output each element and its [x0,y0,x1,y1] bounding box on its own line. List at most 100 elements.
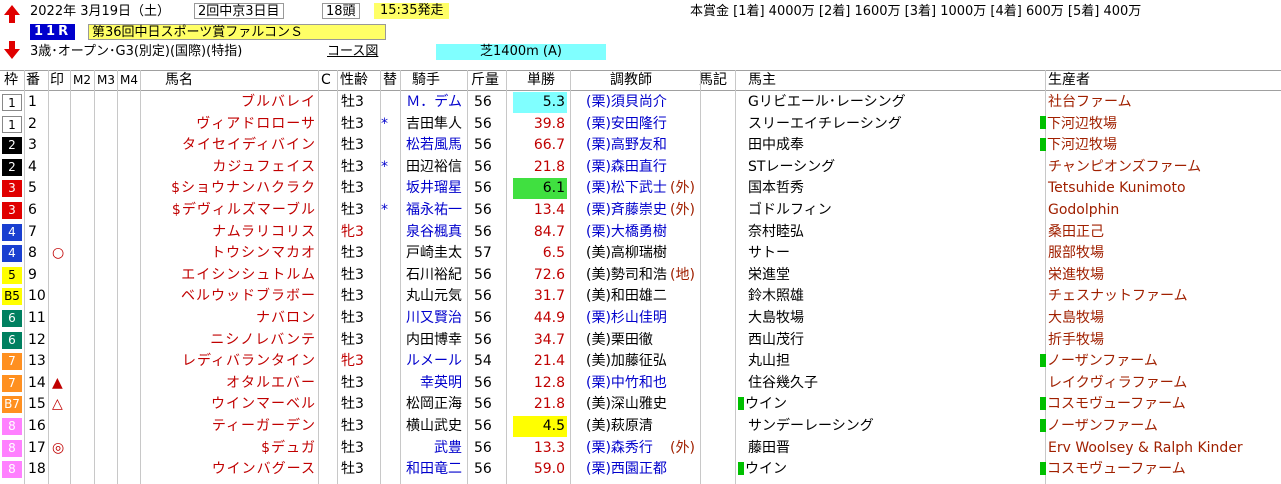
table-row[interactable]: 5 9 エイシンシュトルム 牡3 石川裕紀 56 72.6 (美)勢司和浩 (地) 栄進堂 栄進牧場 [0,265,1281,286]
waku-badge: 6 [2,331,22,349]
table-row[interactable]: 8 16 ティーガーデン 牡3 横山武史 56 4.5 (美)萩原清 サンデーレーシング ノーザン… [0,416,1281,437]
table-row[interactable]: 8 17 ◎ $デュガ 牡3 武豊 56 13.3 (栗)森秀行 (外) 藤田晋 Erv Woolse… [0,438,1281,459]
waku-badge: 3 [2,202,22,219]
owner-name: 鈴木照雄 [748,288,804,305]
win-odds: 72.6 [533,266,565,283]
col-m2: M2 [73,73,91,87]
horse-number: 13 [28,353,46,370]
table-row[interactable]: B5 10 ベルウッドブラボー 牡3 丸山元気 56 31.7 (美)和田雄二 鈴木照雄 チェスナ… [0,286,1281,307]
breeder-name: チャンピオンズファーム [1048,158,1202,175]
col-uma-ki: 馬記 [699,72,727,88]
jockey-change-mark: * [381,202,388,218]
carried-weight: 56 [474,396,492,413]
trainer-name: (栗)森秀行 [586,439,653,456]
jockey-name: 松若風馬 [406,137,462,154]
horse-name: $デュガ [261,439,316,456]
horse-name: ニシノレバンテ [210,331,316,348]
breeder-name: Tetsuhide Kunimoto [1048,180,1186,197]
trainer-name: (栗)森田直行 [586,158,667,175]
waku-badge: 6 [2,310,22,327]
trainer-name: (美)栗田徹 [586,331,653,348]
sex-age: 牡3 [341,374,364,391]
post-time: 15:35発走 [374,3,450,19]
jockey-name: 石川裕紀 [406,266,462,283]
next-race-arrow-icon[interactable] [3,40,21,60]
waku-badge: 1 [2,115,22,133]
prediction-mark: ○ [52,245,65,262]
col-weight: 斤量 [471,72,499,88]
table-row[interactable]: 8 18 ウインバグース 牡3 和田竜二 56 59.0 (栗)西園正都 ウイン コスモヴューファ… [0,459,1281,480]
owner-name: 国本哲秀 [748,180,804,197]
course-map-link[interactable]: コース図 [327,44,378,60]
table-row[interactable]: 3 5 $ショウナンハクラク 牡3 坂井瑠星 56 6.1 (栗)松下武士 (外) 国本哲秀 Tet… [0,178,1281,200]
owner-name: 栄進堂 [748,266,790,283]
trainer-name: (栗)須貝尚介 [586,94,667,110]
horse-number: 18 [28,461,46,478]
table-row[interactable]: 6 11 ナバロン 牡3 川又賢治 56 44.9 (栗)杉山佳明 大島牧場 大島牧場 [0,308,1281,329]
horse-name: ナムラリコリス [212,223,316,240]
sex-age: 牡3 [341,331,364,348]
sex-age: 牡3 [341,310,364,326]
win-odds: 21.4 [533,353,565,370]
table-row[interactable]: 2 3 タイセイディバイン 牡3 松若風馬 56 66.7 (栗)高野友和 田中成奉 下河辺牧場 [0,135,1281,156]
table-row[interactable]: 7 13 レディバランタイン 牝3 ルメール 54 21.4 (美)加藤征弘 丸山担 ノーザンファ… [0,351,1281,372]
jockey-name: 福永祐一 [406,202,462,218]
win-odds: 13.3 [533,439,565,456]
meeting-info: 2回中京3日目 [194,3,284,19]
table-row[interactable]: 6 12 ニシノレバンテ 牡3 内田博幸 56 34.7 (美)栗田徹 西山茂行 折手牧場 [0,330,1281,351]
horse-name: トウシンマカオ [211,245,316,262]
win-odds: 39.8 [533,115,565,132]
horse-number: 16 [28,418,46,434]
trainer-region-note: (外) [670,439,695,456]
horse-name: ウインマーベル [211,396,316,413]
waku-badge: 2 [2,137,22,155]
win-odds: 13.4 [533,202,565,218]
win-odds: 21.8 [533,158,565,175]
horse-number: 2 [28,115,37,132]
jockey-name: 丸山元気 [406,288,462,305]
table-row[interactable]: 7 14 ▲ オタルエバー 牡3 幸英明 56 12.8 (栗)中竹和也 住谷幾久子 レイクヴィラフ… [0,373,1281,394]
horse-number: 12 [28,331,46,348]
breeder-name: ノーザンファーム [1040,351,1158,372]
table-row[interactable]: 3 6 $デヴィルズマーブル 牡3 * 福永祐一 56 13.4 (栗)斉藤崇史 (外) ゴドルフィ… [0,200,1281,221]
flag-icon [1040,418,1046,432]
carried-weight: 56 [474,202,492,218]
course-info: 芝1400m (A) [436,44,606,60]
jockey-name: 川又賢治 [406,310,462,326]
breeder-name: チェスナットファーム [1048,288,1188,305]
carried-weight: 56 [474,115,492,132]
horse-number: 17 [28,439,46,456]
waku-badge: 8 [2,461,22,479]
trainer-name: (栗)大橋勇樹 [586,223,667,240]
horse-name: ティーガーデン [211,418,316,434]
jockey-name: ルメール [406,353,462,370]
sex-age: 牝3 [341,353,364,370]
trainer-name: (美)和田雄二 [586,288,667,305]
race-header: 2022年 3月19日（土） 2回中京3日目 18頭 15:35発走 本賞金 [… [0,0,1281,70]
table-row[interactable]: B7 15 △ ウインマーベル 牡3 松岡正海 56 21.8 (美)深山雅史 ウイン コスモヴュー… [0,394,1281,415]
owner-name: 西山茂行 [748,331,804,348]
col-c: C [321,72,331,88]
col-name: 馬名 [165,72,193,88]
table-row[interactable]: 1 2 ヴィアドロローサ 牡3 * 吉田隼人 56 39.8 (栗)安田隆行 スリーエイチレーシン… [0,114,1281,135]
sex-age: 牡3 [341,288,364,305]
prev-race-arrow-icon[interactable] [3,4,21,24]
win-odds: 4.5 [513,416,567,437]
waku-badge: 5 [2,266,22,284]
trainer-region-note: (外) [670,202,695,218]
table-header-row: 枠 番 印 M2 M3 M4 馬名 C 性齢 替 騎手 斤量 単勝 調教師 馬記… [0,70,1281,91]
carried-weight: 56 [474,310,492,326]
col-change: 替 [383,72,397,88]
jockey-name: 吉田隼人 [406,115,462,132]
breeder-name: 折手牧場 [1048,331,1104,348]
win-odds: 12.8 [533,374,565,391]
table-row[interactable]: 1 1 ブルバレイ 牡3 Ｍ．デム 56 5.3 (栗)須貝尚介 Gリビエール･レーシング 社台フ… [0,92,1281,113]
owner-name: 田中成奉 [748,137,804,154]
trainer-name: (栗)西園正都 [586,461,667,478]
flag-icon [1040,461,1046,475]
table-row[interactable]: 4 7 ナムラリコリス 牝3 泉谷楓真 56 84.7 (栗)大橋勇樹 奈村睦弘 桑田正己 [0,222,1281,243]
table-row[interactable]: 2 4 カジュフェイス 牡3 * 田辺裕信 56 21.8 (栗)森田直行 STレーシング チャンピ… [0,157,1281,178]
horse-name: $ショウナンハクラク [171,180,316,197]
breeder-name: 桑田正己 [1048,223,1104,240]
table-row[interactable]: 4 8 ○ トウシンマカオ 牡3 戸崎圭太 57 6.5 (美)高柳瑞樹 サトー 服部牧場 [0,243,1281,264]
